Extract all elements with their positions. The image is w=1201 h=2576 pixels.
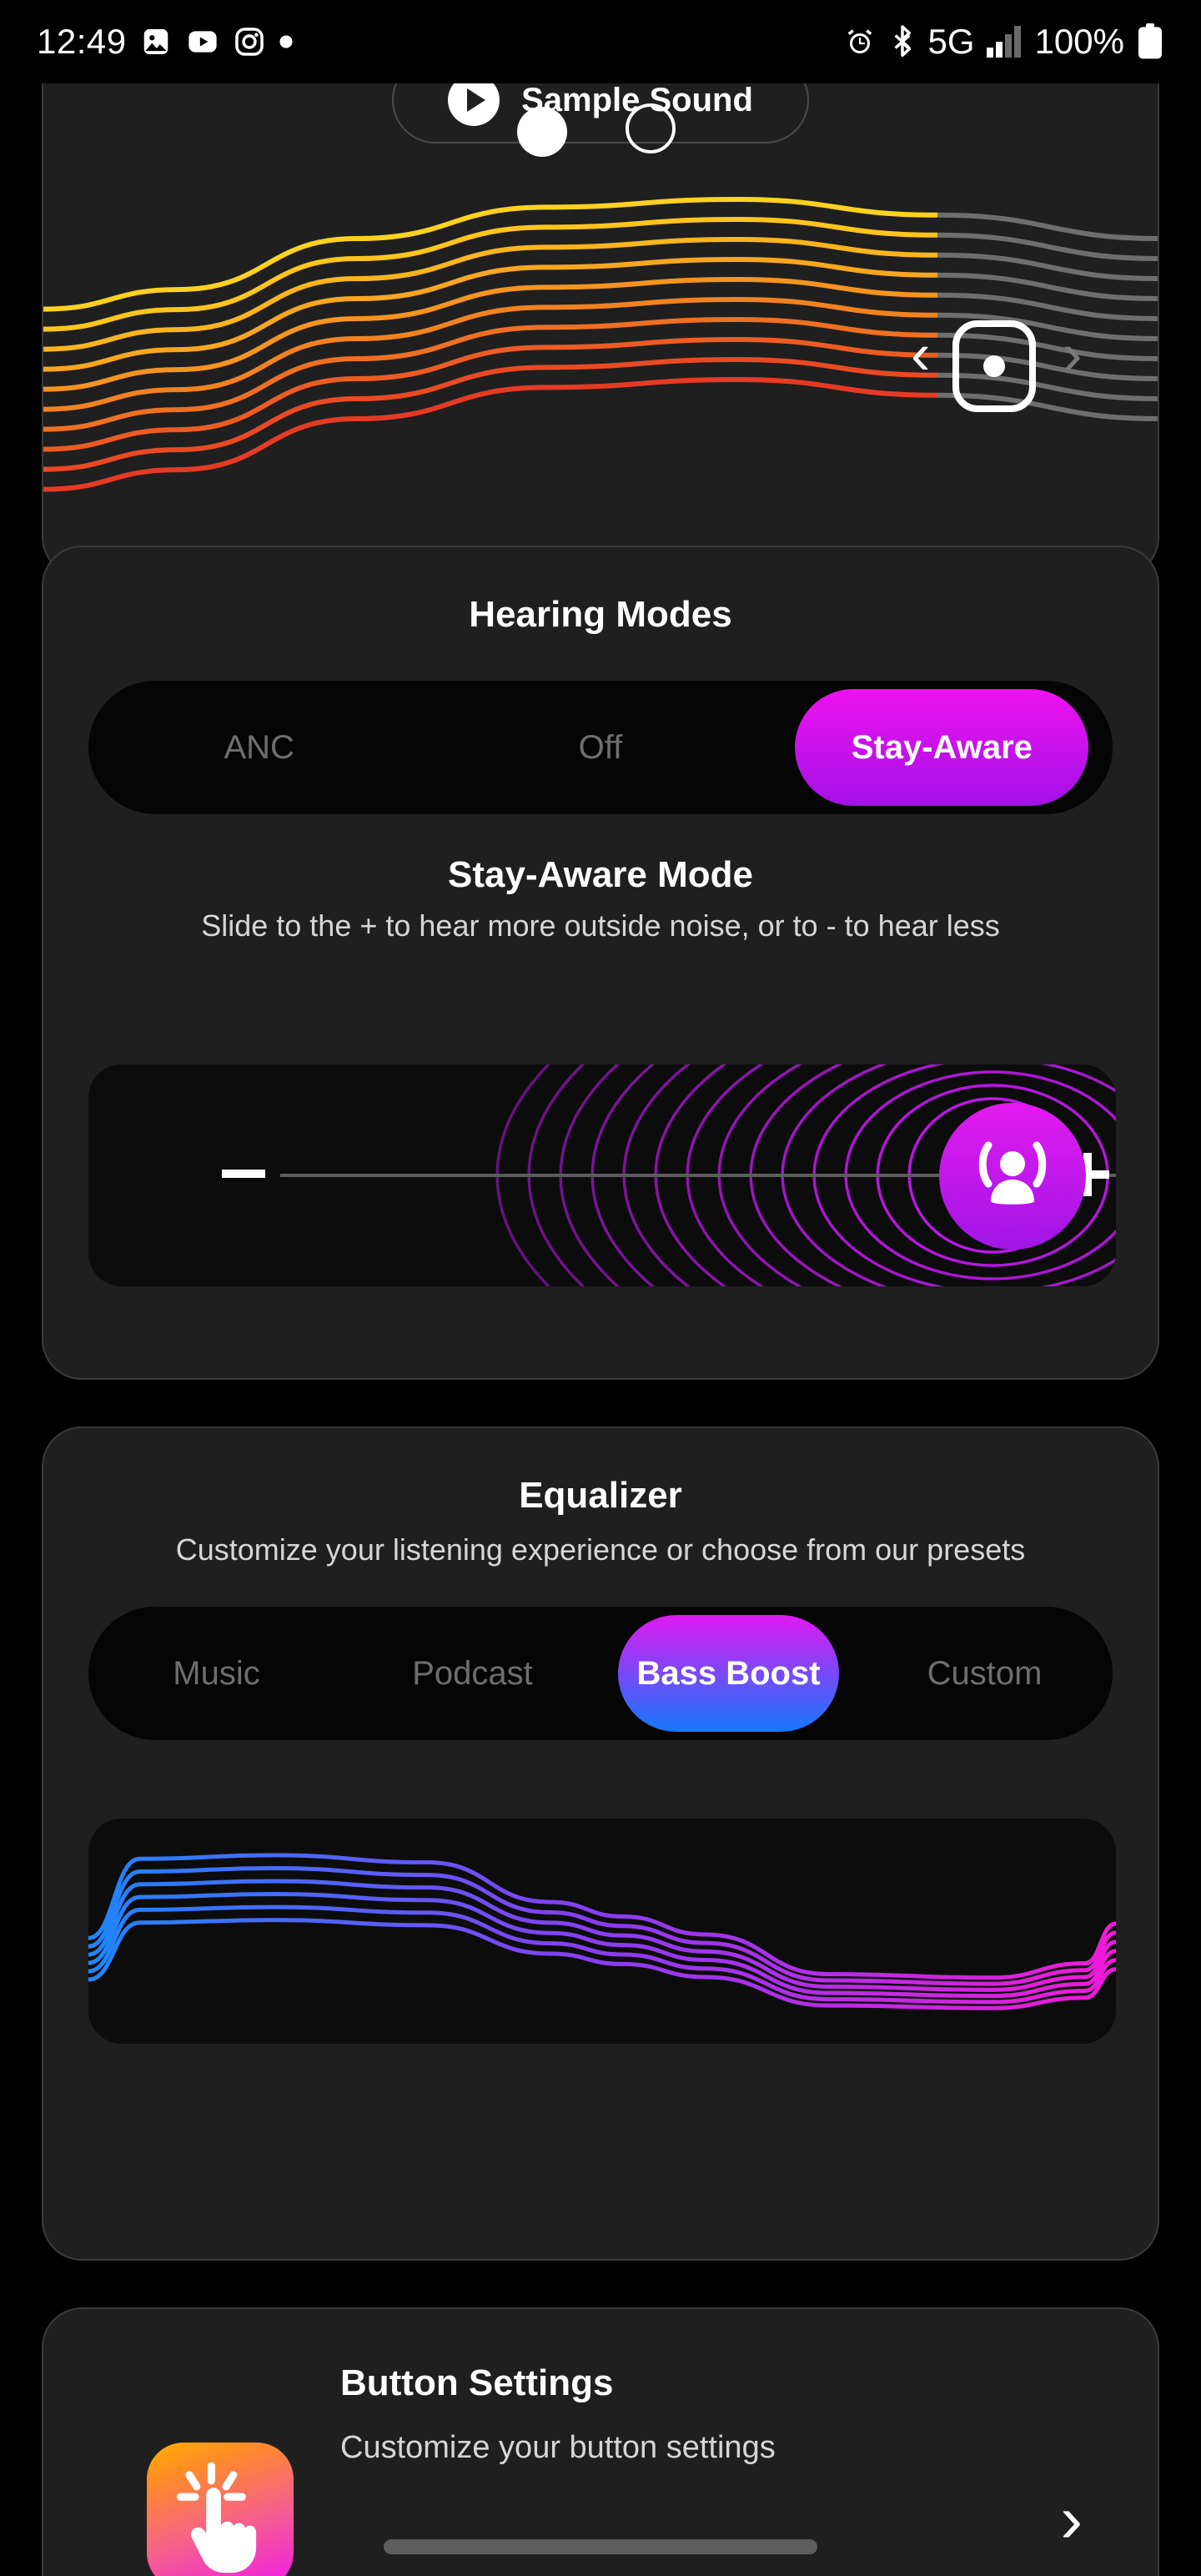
hearing-mode-option-off[interactable]: Off [430, 681, 771, 814]
stay-aware-slider[interactable] [88, 1064, 1116, 1286]
signal-bars-icon [986, 26, 1023, 58]
hearing-modes-card: Hearing Modes ANC Off Stay-Aware Stay-Aw… [42, 546, 1159, 1380]
status-bar: 12:49 5G 100% [0, 0, 1201, 83]
slider-minus-icon[interactable] [222, 1170, 265, 1178]
person-ambient-sound-icon [978, 1141, 1047, 1205]
equalizer-preset-custom[interactable]: Custom [857, 1607, 1113, 1740]
status-bar-left: 12:49 [37, 22, 294, 62]
instagram-icon [234, 26, 265, 58]
scroll-content[interactable]: Sample Sound ‹ › Hearing Modes ANC Off S… [0, 43, 1201, 2576]
youtube-icon [185, 26, 220, 58]
hearing-modes-segmented-control[interactable]: ANC Off Stay-Aware [88, 681, 1113, 814]
stay-aware-mode-description: Slide to the + to hear more outside nois… [201, 908, 1000, 943]
chevron-right-icon[interactable]: › [1060, 2486, 1083, 2553]
status-bar-right: 5G 100% [843, 22, 1164, 62]
equalizer-preset-music[interactable]: Music [88, 1607, 344, 1740]
sample-sound-card: Sample Sound ‹ › [42, 43, 1159, 577]
equalizer-description: Customize your listening experience or c… [175, 1532, 1026, 1567]
earbud-position-handle[interactable] [952, 320, 1036, 412]
equalizer-preset-podcast[interactable]: Podcast [344, 1607, 600, 1740]
equalizer-card: Equalizer Customize your listening exper… [42, 1426, 1159, 2261]
equalizer-preset-bass-boost[interactable]: Bass Boost [600, 1607, 857, 1740]
phone-screen: 12:49 5G 100% Sample Sound ‹ › Hearing M… [0, 0, 1201, 2576]
equalizer-preset-segmented-control[interactable]: Music Podcast Bass Boost Custom [88, 1606, 1113, 1740]
dot-indicator-icon [279, 34, 294, 49]
button-settings-title: Button Settings [340, 2362, 614, 2403]
button-settings-card[interactable]: Button Settings Customize your button se… [42, 2307, 1159, 2576]
button-settings-description: Customize your button settings [340, 2430, 776, 2465]
sample-sound-label: Sample Sound [521, 81, 753, 118]
battery-full-icon [1136, 23, 1164, 60]
chevron-left-icon[interactable]: ‹ [911, 325, 930, 383]
hearing-modes-title: Hearing Modes [469, 594, 732, 635]
photos-icon [140, 26, 172, 58]
hearing-mode-option-stay-aware[interactable]: Stay-Aware [771, 681, 1113, 814]
slider-knob[interactable] [939, 1103, 1086, 1250]
bluetooth-icon [888, 25, 917, 58]
stay-aware-mode-title: Stay-Aware Mode [448, 854, 753, 895]
chevron-right-icon[interactable]: › [1063, 325, 1082, 383]
equalizer-curve-chart [88, 1819, 1116, 2044]
tap-gesture-icon [147, 2443, 294, 2576]
equalizer-title: Equalizer [519, 1475, 682, 1516]
alarm-icon [843, 25, 877, 58]
hearing-mode-option-anc[interactable]: ANC [88, 681, 430, 814]
network-type-label: 5G [927, 22, 975, 61]
gesture-navigation-bar[interactable] [384, 2539, 817, 2554]
status-bar-clock: 12:49 [37, 22, 127, 61]
battery-percent-label: 100% [1034, 22, 1124, 61]
